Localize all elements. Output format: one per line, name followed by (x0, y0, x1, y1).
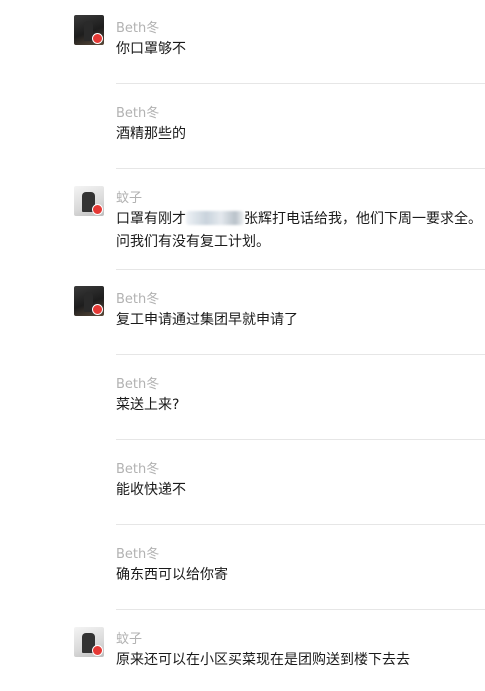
sender-name: Beth冬 (116, 547, 160, 562)
sender-name: Beth冬 (116, 377, 160, 392)
divider (116, 168, 485, 169)
message-text: 口罩有刚才 张辉打电话给我，他们下周一要求全。问我们有没有复工计划。 (116, 208, 485, 254)
avatar-beth[interactable] (74, 15, 104, 45)
sender-name: Beth冬 (116, 292, 160, 307)
message-text: 确东西可以给你寄 (116, 567, 228, 583)
message-text: 你口罩够不 (116, 41, 186, 57)
sender-name: Beth冬 (116, 106, 160, 121)
message-text: 原来还可以在小区买菜现在是团购送到楼下去去 (116, 652, 410, 668)
divider (116, 269, 485, 270)
divider (116, 609, 485, 610)
sender-name: 蚊子 (116, 632, 143, 647)
avatar-beth[interactable] (74, 286, 104, 316)
avatar-wenzi[interactable] (74, 627, 104, 657)
divider (116, 439, 485, 440)
divider (116, 354, 485, 355)
status-badge (92, 33, 103, 44)
message-text: 菜送上来? (116, 397, 180, 413)
message-text: 酒精那些的 (116, 126, 186, 142)
sender-name: Beth冬 (116, 462, 160, 477)
sender-name: 蚊子 (116, 191, 143, 206)
message-text-part: 口罩有刚才 (116, 211, 186, 227)
divider (116, 524, 485, 525)
status-badge (92, 645, 103, 656)
divider (116, 83, 485, 84)
status-badge (92, 204, 103, 215)
sender-name: Beth冬 (116, 21, 160, 36)
redacted-blur (186, 211, 244, 225)
status-badge (92, 304, 103, 315)
avatar-wenzi[interactable] (74, 186, 104, 216)
message-text: 能收快递不 (116, 482, 186, 498)
message-text: 复工申请通过集团早就申请了 (116, 312, 298, 328)
chat-history: Beth冬 你口罩够不 Beth冬 酒精那些的 蚊子 口罩有刚才 张辉打电话给我，… (0, 0, 485, 691)
